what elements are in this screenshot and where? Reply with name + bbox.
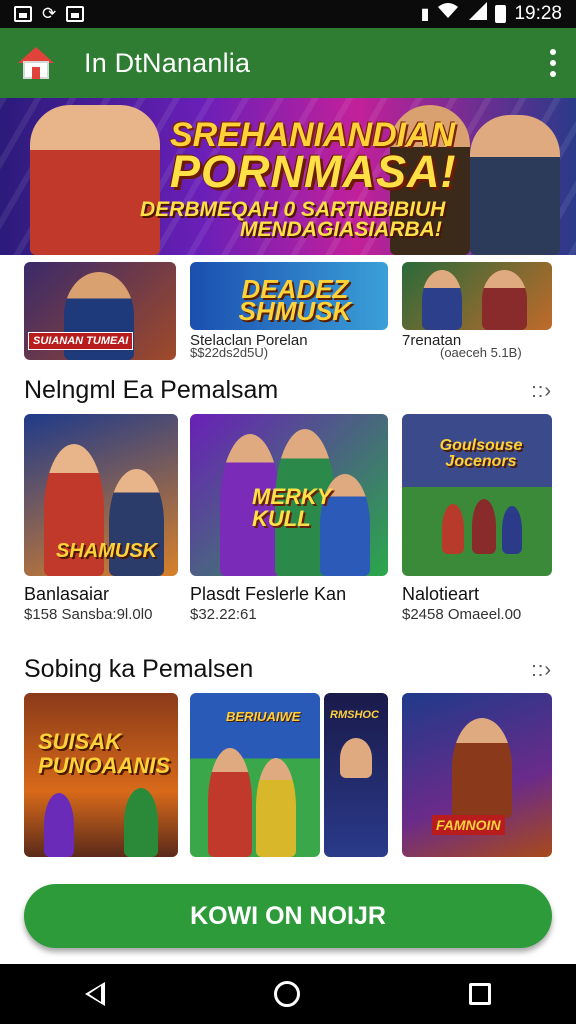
cta-bar: KOWI ON NOIJR [0,870,576,964]
vibrate-icon: ▮ [420,6,430,23]
battery-icon [495,5,507,23]
hero-banner[interactable]: SREHANIANDIAN PORNMASA! DERBMEQAH 0 SART… [0,98,576,255]
game-card-6[interactable]: RMSHOC [324,693,388,857]
image-notification-icon [14,6,32,22]
app-bar: In DtNananlia [0,28,576,98]
sync-icon: ⟳ [42,4,57,23]
game-card-2-art-text: MERKY KULL [252,484,332,531]
game-card-1-title: Banlasaiar [24,584,110,604]
section-title-2: Sobing ka Pemalsen [24,655,254,683]
game-card-3-title: Nalotieart [402,584,480,604]
section-title: Nelngml Ea Pemalsam [24,376,279,404]
game-card-4-art-text: SUISAK PUNOAANIS [38,729,171,778]
game-card-2-price: $32.22:61 [190,606,257,623]
primary-action-button[interactable]: KOWI ON NOIJR [24,884,552,948]
photo-notification-icon [66,6,85,22]
game-card-5-art-text: BERIUAIWE [226,709,301,724]
game-card-5[interactable]: BERIUAIWE [190,693,320,857]
featured-tile-3[interactable] [402,262,552,330]
game-card-7[interactable]: FAMNOIN [402,693,552,857]
featured-tile-2-badge: DEADEZ SHMUSK [238,274,352,326]
home-icon[interactable] [18,45,54,81]
wifi-icon [437,2,459,26]
featured-tile-2-price: $$22ds2d5U) [190,345,269,360]
overflow-menu-icon[interactable] [548,49,558,77]
signal-icon [467,2,488,26]
hero-subline-2: MENDAGIASIARBA! [240,218,442,241]
back-icon[interactable] [84,982,105,1006]
game-card-2-title: Plasdt Feslerle Kan [190,584,347,604]
hero-character-right-2 [470,115,560,255]
see-more-button-2[interactable]: ::› [531,659,552,682]
see-more-button[interactable]: ::› [531,380,552,403]
game-card-6-art-text: RMSHOC [330,709,379,721]
game-card-3[interactable]: Goulsouse Jocenors [402,414,552,576]
game-card-3-price: $2458 Omaeel.00 [402,606,522,623]
app-title: In DtNananlia [84,47,251,78]
system-nav-bar [0,964,576,1024]
featured-tile-3-price: (oaeceh 5.1B) [440,345,522,360]
game-card-3-art-text: Goulsouse Jocenors [439,437,523,470]
game-card-7-art-text: FAMNOIN [432,815,505,835]
featured-tile-2[interactable]: DEADEZ SHMUSK [190,262,388,330]
home-circle-icon[interactable] [273,981,300,1007]
game-card-1-price: $158 Sansba:9l.0l0 [24,606,153,623]
game-card-1[interactable]: SHAMUSK [24,414,178,576]
status-bar: ⟳ ▮ 19:28 [0,0,576,28]
game-card-2[interactable]: MERKY KULL [190,414,388,576]
featured-tile-1[interactable]: SUIANAN TUMEAI [24,262,176,360]
game-card-1-art-text: SHAMUSK [56,540,158,562]
recents-icon[interactable] [469,983,492,1005]
game-card-4[interactable]: SUISAK PUNOAANIS [24,693,178,857]
hero-headline: PORNMASA! [170,146,457,197]
hero-character-left [30,105,160,255]
clock: 19:28 [514,3,562,24]
featured-tile-1-badge: SUIANAN TUMEAI [28,332,134,350]
